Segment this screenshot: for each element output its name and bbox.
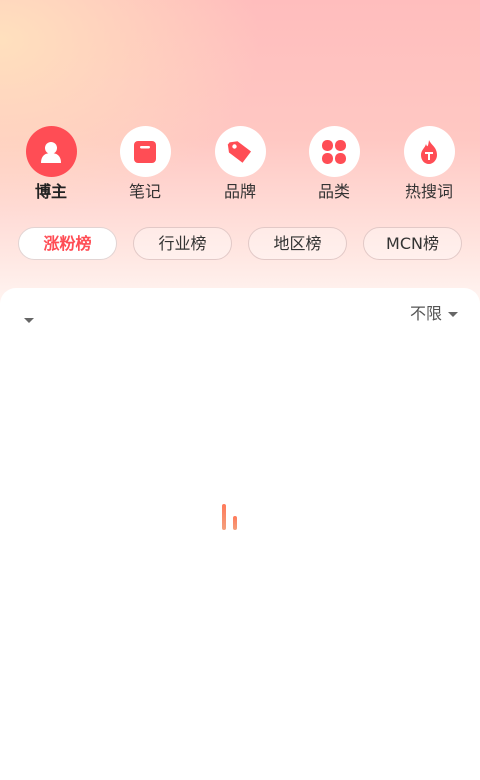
loading-bar <box>233 516 237 530</box>
loading-bar <box>222 504 226 530</box>
category-blogger[interactable]: 博主 <box>3 126 99 202</box>
category-label: 博主 <box>34 182 67 201</box>
tab-fans-growth[interactable]: 涨粉榜 <box>18 227 117 260</box>
category-label: 笔记 <box>128 182 161 201</box>
category-label: 品类 <box>317 182 350 201</box>
tab-industry[interactable]: 行业榜 <box>133 227 232 260</box>
blogger-icon <box>25 126 77 177</box>
category-clover-icon <box>308 126 360 177</box>
filter-dropdown-left[interactable] <box>24 308 40 323</box>
hot-search-icon <box>403 126 455 177</box>
chevron-down-icon <box>448 311 458 317</box>
category-nav: 博主 笔记 品牌 品类 热搜词 <box>0 126 480 206</box>
tab-region[interactable]: 地区榜 <box>248 227 347 260</box>
content-panel: 不限 <box>0 288 480 780</box>
category-brand[interactable]: 品牌 <box>192 126 288 202</box>
category-hot-search[interactable]: 热搜词 <box>381 126 477 202</box>
loading-indicator <box>220 500 240 530</box>
category-note[interactable]: 笔记 <box>97 126 193 202</box>
category-label: 品牌 <box>223 182 256 201</box>
note-icon <box>119 126 171 177</box>
chevron-down-icon <box>24 318 34 323</box>
brand-tag-icon <box>214 126 266 177</box>
filter-dropdown-right[interactable]: 不限 <box>410 303 458 325</box>
category-label: 热搜词 <box>404 182 453 201</box>
tab-mcn[interactable]: MCN榜 <box>363 227 462 260</box>
ranking-tabs: 涨粉榜 行业榜 地区榜 MCN榜 <box>0 227 480 261</box>
category-category[interactable]: 品类 <box>286 126 382 202</box>
filter-right-label: 不限 <box>409 304 442 323</box>
